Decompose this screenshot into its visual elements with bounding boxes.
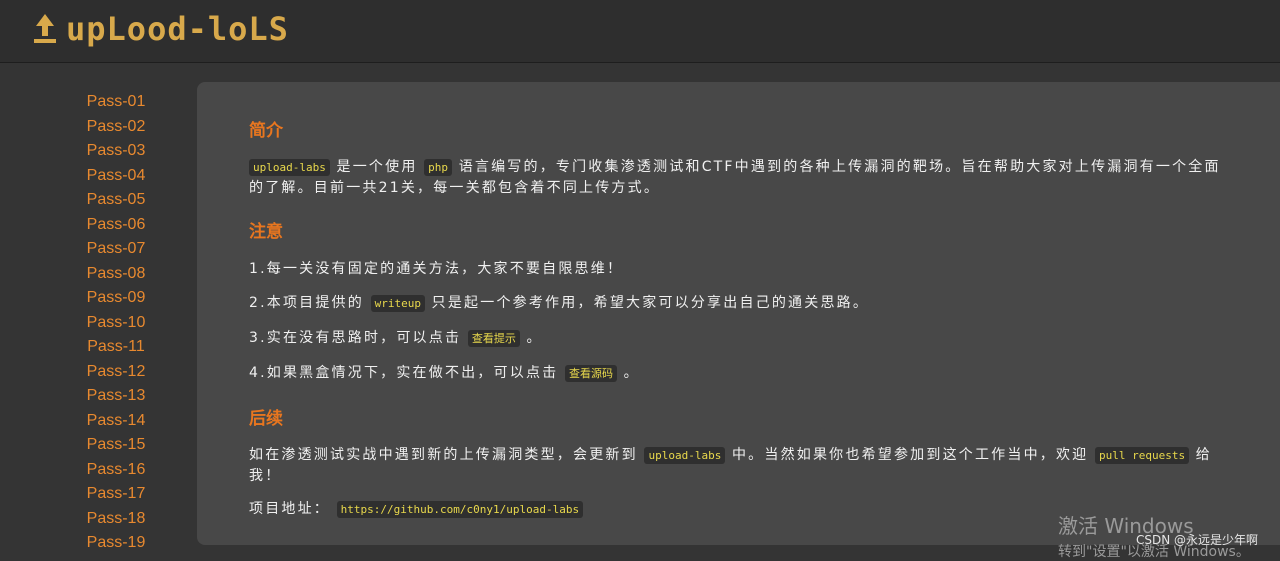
followup-text: 中。当然如果你也希望参加到这个工作当中，欢迎 <box>731 447 1089 463</box>
sidebar-item-pass-15[interactable]: Pass-15 <box>0 433 196 458</box>
sidebar-item-pass-17[interactable]: Pass-17 <box>0 482 196 507</box>
sidebar-item-pass-14[interactable]: Pass-14 <box>0 409 196 434</box>
note-item-1: 1.每一关没有固定的通关方法，大家不要自限思维！ <box>249 261 624 277</box>
sidebar-item-pass-04[interactable]: Pass-04 <box>0 164 196 189</box>
intro-heading: 简介 <box>249 121 283 141</box>
main-content: 简介 upload-labs 是一个使用 php 语言编写的，专门收集渗透测试和… <box>197 82 1280 545</box>
note-item-2: 2.本项目提供的 writeup 只是起一个参考作用，希望大家可以分享出自己的通… <box>249 293 1232 314</box>
view-source-button[interactable]: 查看源码 <box>565 365 618 382</box>
address-label: 项目地址： <box>249 501 330 517</box>
sidebar-item-pass-09[interactable]: Pass-09 <box>0 286 196 311</box>
csdn-watermark: CSDN @永远是少年啊 <box>1136 533 1259 547</box>
address-link[interactable]: https://github.com/c0ny1/upload-labs <box>336 501 584 518</box>
sidebar-item-pass-10[interactable]: Pass-10 <box>0 311 196 336</box>
sidebar-item-pass-01[interactable]: Pass-01 <box>0 90 196 115</box>
sidebar-item-pass-13[interactable]: Pass-13 <box>0 384 196 409</box>
note-text: 只是起一个参考作用，希望大家可以分享出自己的通关思路。 <box>431 295 870 311</box>
followup-paragraph: 如在渗透测试实战中遇到新的上传漏洞类型，会更新到 upload-labs 中。当… <box>249 445 1232 486</box>
sidebar-item-pass-03[interactable]: Pass-03 <box>0 139 196 164</box>
note-text: 。 <box>526 330 543 346</box>
sidebar-item-pass-06[interactable]: Pass-06 <box>0 213 196 238</box>
note-text: 2.本项目提供的 <box>249 295 364 311</box>
logo-text: upLood-loLS <box>66 10 289 48</box>
inline-code: php <box>424 159 453 176</box>
sidebar-item-pass-19[interactable]: Pass-19 <box>0 531 196 556</box>
notes-heading: 注意 <box>249 222 283 242</box>
sidebar: Pass-01 Pass-02 Pass-03 Pass-04 Pass-05 … <box>0 90 196 556</box>
inline-code: upload-labs <box>644 447 726 464</box>
note-item-3: 3.实在没有思路时，可以点击 查看提示 。 <box>249 328 1232 349</box>
sidebar-item-pass-11[interactable]: Pass-11 <box>0 335 196 360</box>
sidebar-item-pass-05[interactable]: Pass-05 <box>0 188 196 213</box>
note-text: 。 <box>623 365 640 381</box>
inline-code: pull requests <box>1095 447 1190 464</box>
sidebar-item-pass-08[interactable]: Pass-08 <box>0 262 196 287</box>
followup-heading: 后续 <box>249 409 283 429</box>
upload-arrow-icon <box>34 14 56 43</box>
intro-paragraph: upload-labs 是一个使用 php 语言编写的，专门收集渗透测试和CTF… <box>249 157 1232 198</box>
inline-code: upload-labs <box>249 159 330 176</box>
followup-text: 如在渗透测试实战中遇到新的上传漏洞类型，会更新到 <box>249 447 638 463</box>
intro-text: 是一个使用 <box>336 159 418 175</box>
logo[interactable]: upLood-loLS <box>32 6 289 52</box>
note-text: 3.实在没有思路时，可以点击 <box>249 330 462 346</box>
sidebar-item-pass-16[interactable]: Pass-16 <box>0 458 196 483</box>
note-text: 4.如果黑盒情况下，实在做不出，可以点击 <box>249 365 559 381</box>
sidebar-item-pass-07[interactable]: Pass-07 <box>0 237 196 262</box>
sidebar-item-pass-02[interactable]: Pass-02 <box>0 115 196 140</box>
top-bar: upLood-loLS <box>0 0 1280 63</box>
note-item-4: 4.如果黑盒情况下，实在做不出，可以点击 查看源码 。 <box>249 363 1232 384</box>
sidebar-item-pass-12[interactable]: Pass-12 <box>0 360 196 385</box>
view-hint-button[interactable]: 查看提示 <box>467 330 520 347</box>
sidebar-item-pass-18[interactable]: Pass-18 <box>0 507 196 532</box>
inline-code: writeup <box>370 295 425 312</box>
